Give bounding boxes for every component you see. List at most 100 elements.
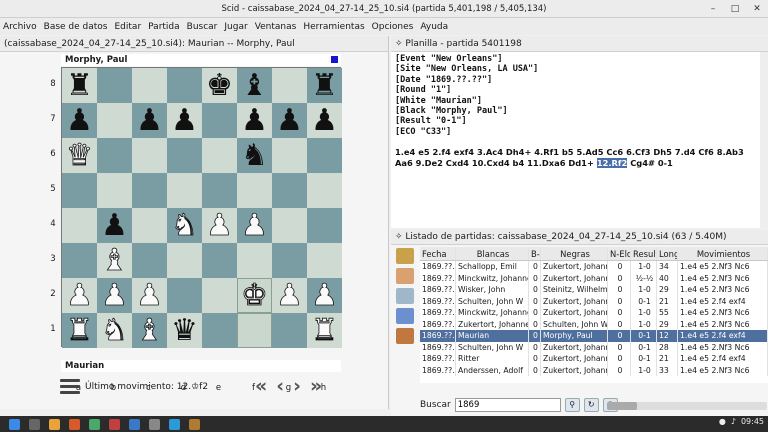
col-blancas[interactable]: Blancas bbox=[456, 247, 529, 260]
white-pawn-icon[interactable]: ♟ bbox=[206, 210, 234, 241]
minimize-icon[interactable]: – bbox=[706, 2, 720, 16]
chessboard[interactable]: ♜ ♚ ♝ ♜ ♟ ♟ ♟ ♟ ♟ ♟ ♛ ♞ ♟ ♞ ♟ ♟ ♝ ♟ ♟ ♟ ♚ ♟ ♟ ♜ ♞ ♝ ♛ ♜ bbox=[61, 67, 342, 348]
square-c6[interactable] bbox=[132, 138, 167, 173]
board-menu-icon[interactable] bbox=[60, 379, 80, 395]
square-a2[interactable]: ♟ bbox=[62, 278, 97, 313]
menu-partida[interactable]: Partida bbox=[148, 22, 180, 32]
square-c5[interactable] bbox=[132, 173, 167, 208]
square-h4[interactable] bbox=[307, 208, 342, 243]
square-e6[interactable] bbox=[202, 138, 237, 173]
menu-base-de-datos[interactable]: Base de datos bbox=[44, 22, 108, 32]
square-a4[interactable] bbox=[62, 208, 97, 243]
board-icon[interactable] bbox=[396, 328, 414, 344]
square-h1[interactable]: ♜ bbox=[307, 313, 342, 348]
black-pawn-icon[interactable]: ♟ bbox=[101, 210, 128, 241]
white-knight-icon[interactable]: ♞ bbox=[101, 315, 129, 346]
current-move[interactable]: 12.Rf2 bbox=[596, 157, 628, 168]
network-icon[interactable]: ● bbox=[719, 417, 726, 426]
black-rook-icon[interactable]: ♜ bbox=[66, 70, 93, 101]
col-n-elo[interactable]: N-Elo bbox=[608, 247, 631, 260]
app-icon[interactable] bbox=[129, 418, 140, 430]
menu-editar[interactable]: Editar bbox=[115, 22, 142, 32]
square-e3[interactable] bbox=[202, 243, 237, 278]
square-a3[interactable] bbox=[62, 243, 97, 278]
square-d7[interactable]: ♟ bbox=[167, 103, 202, 138]
white-pawn-icon[interactable]: ♟ bbox=[276, 280, 304, 311]
square-a6[interactable]: ♛ bbox=[62, 138, 97, 173]
square-d1[interactable]: ♛ bbox=[167, 313, 202, 348]
square-d2[interactable] bbox=[167, 278, 202, 313]
square-g7[interactable]: ♟ bbox=[272, 103, 307, 138]
square-d6[interactable] bbox=[167, 138, 202, 173]
square-b2[interactable]: ♟ bbox=[97, 278, 132, 313]
moves-before[interactable]: 1.e4 e5 2.f4 exf4 3.Ac4 Dh4+ 4.Rf1 b5 5.… bbox=[395, 147, 744, 168]
black-rook-icon[interactable]: ♜ bbox=[311, 70, 338, 101]
col-fecha[interactable]: Fecha bbox=[420, 247, 456, 260]
square-g2[interactable]: ♟ bbox=[272, 278, 307, 313]
square-c8[interactable] bbox=[132, 68, 167, 103]
layout-icon[interactable] bbox=[396, 288, 414, 304]
square-d3[interactable] bbox=[167, 243, 202, 278]
black-pawn-icon[interactable]: ♟ bbox=[241, 105, 268, 136]
folder-icon[interactable] bbox=[49, 418, 60, 430]
moves-after[interactable]: Cg4# 0-1 bbox=[630, 158, 673, 168]
menu-herramientas[interactable]: Herramientas bbox=[303, 22, 364, 32]
book-icon[interactable] bbox=[396, 248, 414, 264]
white-rook-icon[interactable]: ♜ bbox=[311, 315, 339, 346]
black-pawn-icon[interactable]: ♟ bbox=[276, 105, 303, 136]
square-e8[interactable]: ♚ bbox=[202, 68, 237, 103]
square-h6[interactable] bbox=[307, 138, 342, 173]
maximize-icon[interactable]: □ bbox=[728, 2, 742, 16]
black-pawn-icon[interactable]: ♟ bbox=[136, 105, 163, 136]
desktop-icon[interactable] bbox=[29, 418, 40, 430]
scroll-thumb[interactable] bbox=[607, 402, 637, 410]
square-b6[interactable] bbox=[97, 138, 132, 173]
square-b7[interactable] bbox=[97, 103, 132, 138]
square-d5[interactable] bbox=[167, 173, 202, 208]
black-queen-icon[interactable]: ♛ bbox=[171, 315, 198, 346]
table-row[interactable]: 1869.??.??Zukertort, Johanne0Schulten, J… bbox=[420, 318, 768, 330]
square-b4[interactable]: ♟ bbox=[97, 208, 132, 243]
white-rook-icon[interactable]: ♜ bbox=[66, 315, 94, 346]
menu-ventanas[interactable]: Ventanas bbox=[255, 22, 297, 32]
square-a7[interactable]: ♟ bbox=[62, 103, 97, 138]
table-row[interactable]: 1869.??.??Schallopp, Emil0Zukertort, Joh… bbox=[420, 261, 768, 273]
black-king-icon[interactable]: ♚ bbox=[206, 70, 233, 101]
move-list[interactable]: 1.e4 e5 2.f4 exf4 3.Ac4 Dh4+ 4.Rf1 b5 5.… bbox=[395, 147, 764, 168]
white-pawn-icon[interactable]: ♟ bbox=[311, 280, 339, 311]
square-g6[interactable] bbox=[272, 138, 307, 173]
square-d4[interactable]: ♞ bbox=[167, 208, 202, 243]
square-c4[interactable] bbox=[132, 208, 167, 243]
square-g3[interactable] bbox=[272, 243, 307, 278]
square-g1[interactable] bbox=[272, 313, 307, 348]
table-row[interactable]: 1869.??.??Minckwitz, Johanne0Zukertort, … bbox=[420, 272, 768, 284]
square-f7[interactable]: ♟ bbox=[237, 103, 272, 138]
col-resultado[interactable]: Resultado bbox=[631, 247, 657, 260]
black-pawn-icon[interactable]: ♟ bbox=[66, 105, 93, 136]
white-pawn-icon[interactable]: ♟ bbox=[101, 280, 129, 311]
col-long[interactable]: Long bbox=[657, 247, 678, 260]
square-h8[interactable]: ♜ bbox=[307, 68, 342, 103]
volume-icon[interactable]: ♪ bbox=[731, 417, 736, 426]
square-c2[interactable]: ♟ bbox=[132, 278, 167, 313]
table-row[interactable]: 1869.??.??Ritter0Zukertort, Johanne00-12… bbox=[420, 353, 768, 365]
square-e4[interactable]: ♟ bbox=[202, 208, 237, 243]
menu-opciones[interactable]: Opciones bbox=[372, 22, 414, 32]
square-b1[interactable]: ♞ bbox=[97, 313, 132, 348]
square-h7[interactable]: ♟ bbox=[307, 103, 342, 138]
square-c7[interactable]: ♟ bbox=[132, 103, 167, 138]
square-h3[interactable] bbox=[307, 243, 342, 278]
search-input[interactable] bbox=[454, 398, 561, 412]
square-g4[interactable] bbox=[272, 208, 307, 243]
close-icon[interactable]: ✕ bbox=[750, 2, 764, 16]
white-bishop-icon[interactable]: ♝ bbox=[101, 245, 129, 276]
square-g5[interactable] bbox=[272, 173, 307, 208]
square-e5[interactable] bbox=[202, 173, 237, 208]
pgn-scrollbar[interactable] bbox=[760, 52, 768, 228]
menu-ayuda[interactable]: Ayuda bbox=[420, 22, 448, 32]
square-f4[interactable]: ♟ bbox=[237, 208, 272, 243]
square-h2[interactable]: ♟ bbox=[307, 278, 342, 313]
white-bishop-icon[interactable]: ♝ bbox=[136, 315, 164, 346]
col-movimientos[interactable]: Movimientos bbox=[678, 247, 768, 260]
white-pawn-icon[interactable]: ♟ bbox=[241, 210, 269, 241]
